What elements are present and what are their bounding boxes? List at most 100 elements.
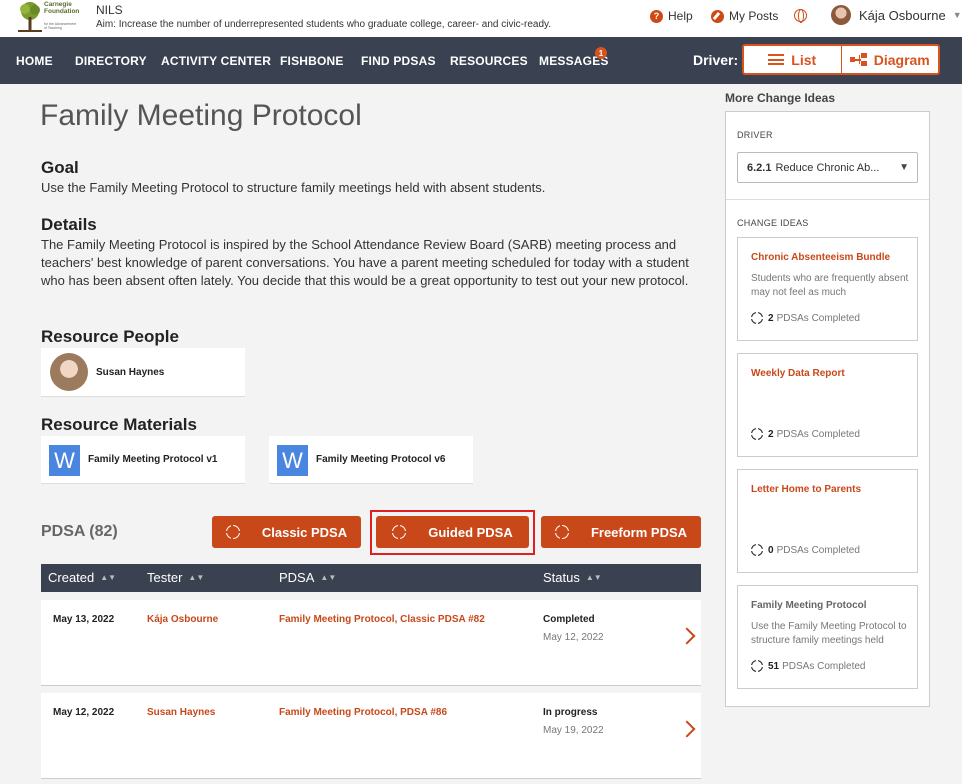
- change-idea-title[interactable]: Chronic Absenteeism Bundle: [751, 252, 890, 263]
- resource-material-card[interactable]: W Family Meeting Protocol v1: [41, 436, 245, 484]
- logo-text: Carnegie Foundation: [44, 1, 80, 15]
- change-idea-card[interactable]: Weekly Data Report 2 PDSAs Completed: [737, 353, 918, 457]
- highlight-box: [370, 510, 535, 555]
- chevron-down-icon: ▼: [952, 10, 962, 20]
- user-name: Kája Osbourne: [859, 7, 946, 23]
- column-created[interactable]: Created ▲▼: [48, 570, 116, 585]
- pdsa-count-number: 0: [768, 544, 774, 556]
- driver-label: Driver:: [693, 52, 739, 68]
- nav-directory[interactable]: DIRECTORY: [75, 54, 147, 68]
- aim-statement: Aim: Increase the number of underreprese…: [96, 19, 552, 30]
- goal-heading: Goal: [41, 158, 79, 177]
- list-view-label: List: [791, 51, 817, 68]
- table-row[interactable]: May 12, 2022 Susan Haynes Family Meeting…: [41, 693, 701, 779]
- nav-activity-center[interactable]: ACTIVITY CENTER: [161, 54, 271, 68]
- nav-find-pdsas[interactable]: FIND PDSAS: [361, 54, 436, 68]
- diagram-view-button[interactable]: Diagram: [840, 46, 939, 73]
- crosshair-icon: [748, 425, 765, 442]
- view-toggle: List Diagram: [742, 44, 940, 75]
- pdsa-table-header: Created ▲▼ Tester ▲▼ PDSA ▲▼ Status ▲▼: [41, 564, 701, 592]
- diagram-view-label: Diagram: [873, 51, 930, 68]
- help-icon: ?: [650, 9, 663, 23]
- chevron-right-icon[interactable]: [678, 720, 696, 738]
- column-tester[interactable]: Tester ▲▼: [147, 570, 204, 585]
- status-date: May 12, 2022: [543, 632, 604, 643]
- created-date: May 12, 2022: [53, 707, 115, 718]
- avatar: [50, 353, 88, 391]
- my-posts-link[interactable]: My Posts: [711, 9, 778, 23]
- driver-select[interactable]: 6.2.1 Reduce Chronic Ab... ▼: [737, 152, 918, 183]
- user-menu[interactable]: Kája Osbourne ▼: [831, 5, 962, 25]
- resource-material-card[interactable]: W Family Meeting Protocol v6: [269, 436, 473, 484]
- column-label: PDSA: [279, 570, 315, 585]
- table-row[interactable]: May 13, 2022 Kája Osbourne Family Meetin…: [41, 600, 701, 686]
- change-idea-title[interactable]: Weekly Data Report: [751, 368, 845, 379]
- sidebar-title: More Change Ideas: [725, 91, 836, 105]
- details-heading: Details: [41, 215, 97, 234]
- resource-person-card[interactable]: Susan Haynes: [41, 348, 245, 397]
- diagram-icon: [849, 53, 867, 66]
- word-doc-icon: W: [49, 445, 80, 476]
- change-ideas-panel: DRIVER 6.2.1 Reduce Chronic Ab... ▼ CHAN…: [725, 111, 930, 707]
- pdsa-count-label: PDSAs Completed: [776, 544, 860, 556]
- crosshair-icon: [550, 521, 572, 542]
- messages-badge: 1: [595, 47, 607, 59]
- change-idea-card[interactable]: Family Meeting Protocol Use the Family M…: [737, 585, 918, 689]
- change-idea-title: Family Meeting Protocol: [751, 600, 867, 611]
- resource-materials-heading: Resource Materials: [41, 415, 197, 434]
- pdsa-count-label: PDSAs Completed: [776, 428, 860, 440]
- nav-home[interactable]: HOME: [16, 54, 53, 68]
- column-label: Created: [48, 570, 95, 585]
- classic-pdsa-label: Classic PDSA: [261, 524, 348, 540]
- driver-code: 6.2.1: [747, 161, 772, 174]
- page-title: Family Meeting Protocol: [40, 99, 362, 132]
- created-date: May 13, 2022: [53, 614, 115, 625]
- sort-icon: ▲▼: [585, 572, 602, 582]
- help-link[interactable]: ? Help: [650, 9, 693, 23]
- change-idea-card[interactable]: Letter Home to Parents 0 PDSAs Completed: [737, 469, 918, 573]
- tester-link[interactable]: Susan Haynes: [147, 707, 215, 718]
- globe-icon: [794, 9, 807, 23]
- column-status[interactable]: Status ▲▼: [543, 570, 602, 585]
- freeform-pdsa-button[interactable]: Freeform PDSA: [541, 516, 701, 548]
- freeform-pdsa-label: Freeform PDSA: [590, 524, 688, 540]
- divider: [726, 199, 929, 200]
- list-view-button[interactable]: List: [744, 46, 841, 73]
- driver-section-label: DRIVER: [737, 130, 773, 140]
- pdsa-link[interactable]: Family Meeting Protocol, Classic PDSA #8…: [279, 614, 485, 625]
- pdsa-link[interactable]: Family Meeting Protocol, PDSA #86: [279, 707, 447, 718]
- pdsa-count: 2 PDSAs Completed: [748, 425, 860, 442]
- logo-subtext: for the Advancement of Teaching: [44, 22, 77, 30]
- sort-icon: ▲▼: [188, 572, 205, 582]
- pdsa-count-title: PDSA (82): [41, 523, 118, 540]
- sort-icon: ▲▼: [100, 572, 117, 582]
- goal-text: Use the Family Meeting Protocol to struc…: [41, 180, 546, 195]
- pdsa-count-label: PDSAs Completed: [782, 660, 866, 672]
- pdsa-count: 2 PDSAs Completed: [748, 309, 860, 326]
- status-text: Completed: [543, 614, 595, 625]
- language-button[interactable]: [794, 9, 807, 23]
- change-ideas-label: CHANGE IDEAS: [737, 218, 809, 228]
- carnegie-logo[interactable]: Carnegie Foundation for the Advancement …: [18, 1, 80, 33]
- word-doc-icon: W: [277, 445, 308, 476]
- resource-people-heading: Resource People: [41, 327, 179, 346]
- main-nav: HOME DIRECTORY ACTIVITY CENTER FISHBONE …: [0, 37, 962, 84]
- change-idea-title[interactable]: Letter Home to Parents: [751, 484, 861, 495]
- chevron-right-icon[interactable]: [678, 627, 696, 645]
- sort-icon: ▲▼: [320, 572, 337, 582]
- list-icon: [768, 54, 785, 65]
- help-label: Help: [668, 9, 693, 23]
- app-name: NILS: [96, 3, 123, 17]
- tester-link[interactable]: Kája Osbourne: [147, 614, 218, 625]
- change-idea-desc: Students who are frequently absent may n…: [751, 273, 909, 298]
- pdsa-count-number: 51: [768, 660, 780, 672]
- nav-resources[interactable]: RESOURCES: [450, 54, 528, 68]
- resource-material-name: Family Meeting Protocol v6: [316, 454, 446, 465]
- change-idea-card[interactable]: Chronic Absenteeism Bundle Students who …: [737, 237, 918, 341]
- crosshair-icon: [221, 521, 243, 542]
- status-date: May 19, 2022: [543, 725, 604, 736]
- resource-person-name: Susan Haynes: [96, 367, 165, 378]
- classic-pdsa-button[interactable]: Classic PDSA: [212, 516, 361, 548]
- nav-fishbone[interactable]: FISHBONE: [280, 54, 344, 68]
- column-pdsa[interactable]: PDSA ▲▼: [279, 570, 336, 585]
